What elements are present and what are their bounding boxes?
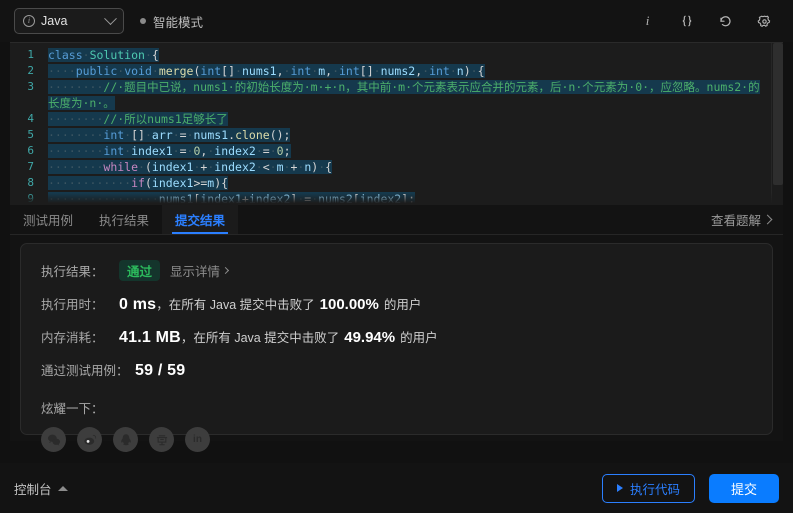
submit-label: 提交 [730,481,757,497]
code-line[interactable]: 3 ········//·题目中已说，nums1·的初始长度为·m·+·n，其中前… [10,79,783,111]
format-braces-icon[interactable] [678,13,695,30]
console-toggle[interactable]: 控制台 [14,479,68,498]
tab-label: 提交结果 [175,213,226,228]
tab-submit-result[interactable]: 提交结果 [162,204,239,234]
smart-mode-label: 智能模式 [153,15,204,30]
submit-button[interactable]: 提交 [708,473,779,503]
memory-value: 41.1 MB [119,329,181,346]
memory-mid-text: ，在所有 Java 提交中击败了 [180,331,340,345]
show-detail-label: 显示详情 [170,265,221,279]
editor-scrollbar[interactable] [771,43,783,205]
see-solution-button[interactable]: 查看题解 [699,204,783,234]
toolbar-actions: i [639,13,779,30]
play-icon [616,484,623,492]
tab-label: 执行结果 [99,213,150,228]
result-status-row: 执行结果： 通过 显示详情 [41,260,752,281]
smart-mode-toggle[interactable]: 智能模式 [140,12,203,31]
memory-suffix-text: 的用户 [400,331,438,345]
line-number: 5 [27,128,34,141]
runtime-value: 0 ms [119,296,157,313]
run-code-button[interactable]: 执行代码 [601,473,695,503]
line-content[interactable]: ········int·index1·=·0,·index2·=·0; [44,143,783,159]
line-number: 1 [27,48,34,61]
memory-row: 内存消耗： 41.1 MB ，在所有 Java 提交中击败了 49.94% 的用… [41,327,752,347]
status-badge: 通过 [119,260,161,281]
line-content[interactable]: ········//·题目中已说，nums1·的初始长度为·m·+·n，其中前·… [44,79,783,111]
reset-undo-icon[interactable] [717,13,734,30]
show-detail-link[interactable]: 显示详情 [170,261,230,280]
smart-mode-indicator-icon [140,18,146,24]
runtime-row: 执行用时： 0 ms ，在所有 Java 提交中击败了 100.00% 的用户 [41,294,752,314]
tab-label: 测试用例 [23,213,74,228]
code-line[interactable]: 5 ········int·[]·arr·=·nums1.clone(); [10,127,783,143]
line-content[interactable]: ················nums1[index1+index2]·=·n… [44,191,783,205]
leetcode-editor-page: i Java 智能模式 i 1 class·Solution·{2 ····p… [0,0,793,513]
submission-result-card: 执行结果： 通过 显示详情 执行用时： 0 ms ，在所有 Java 提交中击败… [20,243,773,452]
line-content[interactable]: ········int·[]·arr·=·nums1.clone(); [44,127,783,143]
line-number: 4 [27,112,34,125]
results-tabbar: 测试用例 执行结果 提交结果 查看题解 [10,204,783,235]
line-number: 6 [27,144,34,157]
tab-run-result[interactable]: 执行结果 [86,204,162,234]
chevron-right-icon [221,266,230,275]
see-solution-label: 查看题解 [710,213,761,228]
chevron-down-icon [104,11,117,25]
editor-scrollbar-thumb[interactable] [773,43,783,185]
juejin-share-icon[interactable] [149,427,174,452]
testcases-label: 通过测试用例： [41,364,129,378]
chevron-right-icon [762,214,773,224]
caret-up-icon [57,485,68,491]
line-content[interactable]: ········while·(index1·+·index2·<·m·+·n)·… [44,159,783,175]
line-content[interactable]: ····public·void·merge(int[]·nums1,·int·m… [44,63,783,79]
runtime-beat-percent: 100.00% [319,296,379,313]
code-line[interactable]: 7 ········while·(index1·+·index2·<·m·+·n)… [10,159,783,175]
weibo-share-icon[interactable] [77,427,102,452]
line-number: 7 [27,160,34,173]
line-number: 2 [27,64,34,77]
code-editor[interactable]: 1 class·Solution·{ 2 ····public·void·merge(… [10,42,783,205]
wechat-share-icon[interactable] [41,427,66,452]
code-line[interactable]: 8 ············if(index1>=m){ [10,175,783,191]
result-panel: 执行结果： 通过 显示详情 执行用时： 0 ms ，在所有 Java 提交中击败… [10,235,783,452]
share-icon-row: in [41,427,752,452]
settings-gear-icon[interactable] [756,13,773,30]
info-icon[interactable]: i [639,13,656,30]
testcases-row: 通过测试用例： 59 / 59 [41,360,752,380]
language-label: Java [41,14,68,28]
code-line[interactable]: 6 ········int·index1·=·0,·index2·=·0; [10,143,783,159]
language-selector[interactable]: i Java [14,8,124,34]
line-number: 9 [27,192,34,205]
code-line[interactable]: 9 ················nums1[index1+index2]·=·… [10,191,783,205]
line-number: 8 [27,176,34,189]
result-status-label: 执行结果： [41,265,104,279]
runtime-mid-text: ，在所有 Java 提交中击败了 [156,298,315,312]
run-code-label: 执行代码 [629,482,680,497]
code-line[interactable]: 4 ········//·所以nums1足够长了 [10,111,783,127]
info-circle-icon: i [23,15,35,27]
editor-toolbar: i Java 智能模式 i [0,0,793,42]
code-line[interactable]: 1 class·Solution·{ [10,47,783,63]
line-content[interactable]: ············if(index1>=m){ [44,175,783,191]
line-content[interactable]: ········//·所以nums1足够长了 [44,111,783,127]
bottom-toolbar: 控制台 执行代码 提交 [0,463,793,513]
memory-beat-percent: 49.94% [344,329,396,346]
testcases-value: 59 / 59 [135,362,186,379]
share-label: 炫耀一下： [41,402,104,416]
linkedin-share-icon[interactable]: in [185,427,210,452]
runtime-label: 执行用时： [41,298,104,312]
line-number: 3 [27,80,34,93]
action-buttons: 执行代码 提交 [601,473,779,503]
linkedin-glyph: in [193,434,202,445]
console-label: 控制台 [14,482,52,497]
code-lines[interactable]: 1 class·Solution·{ 2 ····public·void·merge(… [10,43,783,205]
code-line[interactable]: 2 ····public·void·merge(int[]·nums1,·int·… [10,63,783,79]
runtime-suffix-text: 的用户 [383,298,422,312]
qq-share-icon[interactable] [113,427,138,452]
line-content[interactable]: class·Solution·{ [44,47,783,63]
tab-testcases[interactable]: 测试用例 [10,204,86,234]
memory-label: 内存消耗： [41,331,104,345]
